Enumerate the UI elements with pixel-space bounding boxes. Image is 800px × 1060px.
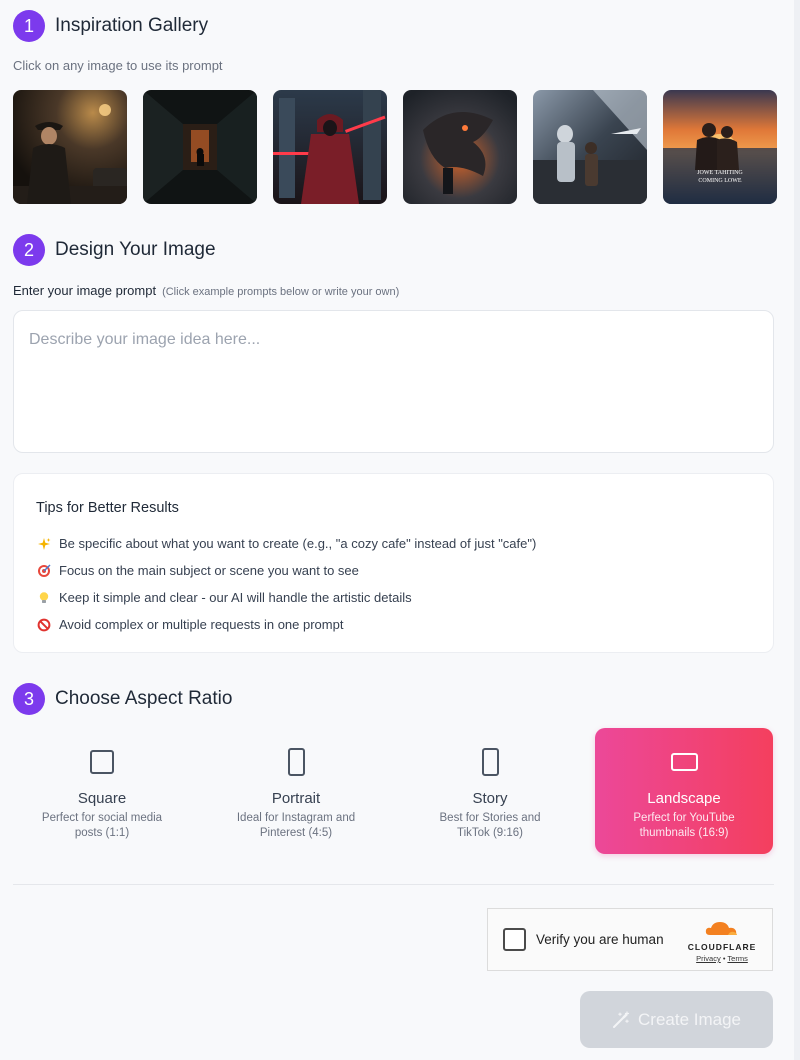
sparkles-icon — [36, 536, 52, 552]
cloudflare-branding: CLOUDFLARE Privacy • Terms — [686, 921, 758, 963]
cloudflare-logo-text: CLOUDFLARE — [687, 942, 757, 952]
prohibited-icon — [36, 617, 52, 633]
tip-item: Keep it simple and clear - our AI will h… — [36, 584, 751, 611]
gallery-image-noir-detective[interactable] — [13, 90, 127, 204]
target-icon — [36, 563, 52, 579]
page-scrollbar[interactable] — [794, 0, 800, 1060]
aspect-option-title: Landscape — [647, 790, 721, 807]
privacy-link[interactable]: Privacy — [696, 954, 721, 963]
poster-title-text: JOWE TAHITING — [697, 170, 743, 176]
step-badge: 3 — [13, 683, 45, 715]
tip-text: Keep it simple and clear - our AI will h… — [59, 590, 412, 605]
portrait-icon — [287, 748, 305, 776]
aspect-option-portrait[interactable]: Portrait Ideal for Instagram and Pintere… — [207, 728, 385, 854]
step-badge: 2 — [13, 234, 45, 266]
aspect-option-desc: Best for Stories and TikTok (9:16) — [439, 812, 541, 839]
magic-wand-icon — [612, 1010, 630, 1029]
gallery-image-sunset-poster[interactable]: JOWE TAHITING COMING LOWE — [663, 90, 777, 204]
cloudflare-cloud-icon — [705, 922, 737, 935]
tips-title: Tips for Better Results — [36, 500, 179, 516]
tip-text: Focus on the main subject or scene you w… — [59, 563, 359, 578]
aspect-option-landscape[interactable]: Landscape Perfect for YouTube thumbnails… — [595, 728, 773, 854]
gallery-image-dragon-knight[interactable] — [403, 90, 517, 204]
aspect-option-desc: Perfect for YouTube thumbnails (16:9) — [633, 812, 735, 839]
inspiration-gallery: JOWE TAHITING COMING LOWE — [13, 90, 777, 204]
gallery-header: 1 Inspiration Gallery — [13, 10, 208, 42]
aspect-option-title: Story — [472, 790, 508, 807]
landscape-icon — [670, 753, 698, 771]
square-icon — [90, 750, 114, 774]
prompt-input[interactable] — [13, 310, 774, 453]
aspect-option-story[interactable]: Story Best for Stories and TikTok (9:16) — [401, 728, 579, 854]
link-separator: • — [722, 954, 726, 963]
story-icon — [481, 748, 499, 776]
aspect-option-square[interactable]: Square Perfect for social media posts (1… — [13, 728, 191, 854]
section-title: Choose Aspect Ratio — [55, 688, 233, 709]
cloudflare-links: Privacy • Terms — [686, 954, 758, 963]
lightbulb-icon — [36, 590, 52, 606]
aspect-option-desc: Perfect for social media posts (1:1) — [41, 812, 163, 839]
section-title: Inspiration Gallery — [55, 15, 209, 36]
tip-text: Avoid complex or multiple requests in on… — [59, 617, 344, 632]
aspect-option-title: Portrait — [271, 790, 321, 807]
aspect-ratio-options: Square Perfect for social media posts (1… — [13, 728, 774, 854]
tip-item: Avoid complex or multiple requests in on… — [36, 611, 751, 638]
cloudflare-captcha: Verify you are human CLOUDFLARE Privacy … — [487, 908, 773, 971]
design-header: 2 Design Your Image — [13, 234, 216, 266]
tips-card: Tips for Better Results Be specific abou… — [13, 473, 774, 653]
gallery-image-dark-corridor[interactable] — [143, 90, 257, 204]
prompt-label: Enter your image prompt — [13, 283, 157, 298]
create-image-label: Create Image — [638, 1009, 741, 1029]
aspect-option-title: Square — [77, 790, 127, 807]
tip-text: Be specific about what you want to creat… — [59, 536, 537, 551]
aspect-option-desc: Ideal for Instagram and Pinterest (4:5) — [236, 812, 356, 839]
tip-item: Focus on the main subject or scene you w… — [36, 557, 751, 584]
captcha-checkbox[interactable] — [503, 928, 526, 951]
poster-subtitle-text: COMING LOWE — [698, 178, 741, 184]
gallery-image-sith-warrior[interactable] — [273, 90, 387, 204]
step-badge: 1 — [13, 10, 45, 42]
captcha-label: Verify you are human — [536, 932, 664, 947]
section-divider — [13, 884, 774, 885]
terms-link[interactable]: Terms — [727, 954, 747, 963]
prompt-hint: (Click example prompts below or write yo… — [162, 286, 400, 298]
prompt-label-row: Enter your image prompt (Click example pr… — [13, 283, 399, 298]
section-title: Design Your Image — [55, 239, 216, 260]
aspect-header: 3 Choose Aspect Ratio — [13, 683, 232, 715]
tip-item: Be specific about what you want to creat… — [36, 530, 751, 557]
gallery-subtitle: Click on any image to use its prompt — [13, 58, 223, 73]
gallery-image-space-explorer[interactable] — [533, 90, 647, 204]
create-image-button[interactable]: Create Image — [580, 991, 773, 1048]
